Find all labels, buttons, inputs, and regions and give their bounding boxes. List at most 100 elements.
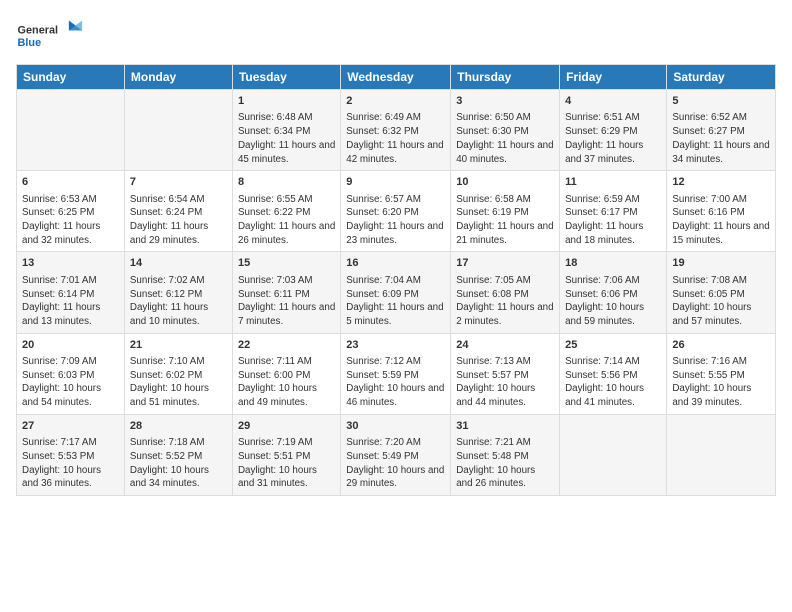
day-number: 16 [346, 256, 445, 271]
day-number: 23 [346, 338, 445, 353]
calendar-cell: 21Sunrise: 7:10 AM Sunset: 6:02 PM Dayli… [124, 333, 232, 414]
week-row-2: 6 Sunrise: 6:53 AM Sunset: 6:25 PM Daylig… [17, 171, 776, 252]
day-number: 5 [672, 94, 770, 109]
col-header-friday: Friday [560, 65, 667, 90]
svg-text:Blue: Blue [18, 37, 42, 49]
calendar-cell: 17 Sunrise: 7:05 AM Sunset: 6:08 PM Dayli… [451, 252, 560, 333]
day-number: 14 [130, 256, 227, 271]
day-number: 1 [238, 94, 335, 109]
day-number: 20 [22, 338, 119, 353]
calendar-cell: 27Sunrise: 7:17 AM Sunset: 5:53 PM Dayli… [17, 414, 125, 495]
calendar-cell [667, 414, 776, 495]
calendar-cell: 1 Sunrise: 6:48 AM Sunset: 6:34 PM Daylig… [232, 90, 340, 171]
day-content: Sunrise: 6:52 AM Sunset: 6:27 PM Dayligh… [672, 111, 770, 166]
calendar-cell: 2 Sunrise: 6:49 AM Sunset: 6:32 PM Daylig… [341, 90, 451, 171]
day-number: 7 [130, 175, 227, 190]
day-content: Sunrise: 7:06 AM Sunset: 6:06 PM Dayligh… [565, 274, 661, 329]
calendar-cell: 19 Sunrise: 7:08 AM Sunset: 6:05 PM Dayli… [667, 252, 776, 333]
calendar-cell: 29Sunrise: 7:19 AM Sunset: 5:51 PM Dayli… [232, 414, 340, 495]
col-header-wednesday: Wednesday [341, 65, 451, 90]
day-number: 27 [22, 419, 119, 434]
day-content: Sunrise: 7:18 AM Sunset: 5:52 PM Dayligh… [130, 436, 227, 491]
calendar-cell: 14 Sunrise: 7:02 AM Sunset: 6:12 PM Dayli… [124, 252, 232, 333]
day-content: Sunrise: 7:19 AM Sunset: 5:51 PM Dayligh… [238, 436, 335, 491]
day-content: Sunrise: 6:51 AM Sunset: 6:29 PM Dayligh… [565, 111, 661, 166]
calendar-cell: 9 Sunrise: 6:57 AM Sunset: 6:20 PM Daylig… [341, 171, 451, 252]
calendar-cell [560, 414, 667, 495]
day-content: Sunrise: 7:14 AM Sunset: 5:56 PM Dayligh… [565, 355, 661, 410]
calendar-cell [124, 90, 232, 171]
week-row-5: 27Sunrise: 7:17 AM Sunset: 5:53 PM Dayli… [17, 414, 776, 495]
day-content: Sunrise: 6:55 AM Sunset: 6:22 PM Dayligh… [238, 193, 335, 248]
calendar-cell: 10 Sunrise: 6:58 AM Sunset: 6:19 PM Dayli… [451, 171, 560, 252]
day-content: Sunrise: 6:50 AM Sunset: 6:30 PM Dayligh… [456, 111, 554, 166]
calendar-cell: 28 Sunrise: 7:18 AM Sunset: 5:52 PM Dayli… [124, 414, 232, 495]
calendar-cell: 24 Sunrise: 7:13 AM Sunset: 5:57 PM Dayli… [451, 333, 560, 414]
day-number: 21 [130, 338, 227, 353]
col-header-tuesday: Tuesday [232, 65, 340, 90]
day-number: 26 [672, 338, 770, 353]
day-number: 17 [456, 256, 554, 271]
day-content: Sunrise: 7:02 AM Sunset: 6:12 PM Dayligh… [130, 274, 227, 329]
calendar-cell: 23Sunrise: 7:12 AM Sunset: 5:59 PM Dayli… [341, 333, 451, 414]
day-content: Sunrise: 7:20 AM Sunset: 5:49 PM Dayligh… [346, 436, 445, 491]
day-content: Sunrise: 6:48 AM Sunset: 6:34 PM Dayligh… [238, 111, 335, 166]
day-content: Sunrise: 6:59 AM Sunset: 6:17 PM Dayligh… [565, 193, 661, 248]
calendar-cell: 16Sunrise: 7:04 AM Sunset: 6:09 PM Dayli… [341, 252, 451, 333]
calendar-table: SundayMondayTuesdayWednesdayThursdayFrid… [16, 64, 776, 496]
header: General Blue [16, 16, 776, 56]
calendar-cell: 26Sunrise: 7:16 AM Sunset: 5:55 PM Dayli… [667, 333, 776, 414]
header-row: SundayMondayTuesdayWednesdayThursdayFrid… [17, 65, 776, 90]
calendar-cell: 30 Sunrise: 7:20 AM Sunset: 5:49 PM Dayli… [341, 414, 451, 495]
calendar-cell: 18Sunrise: 7:06 AM Sunset: 6:06 PM Dayli… [560, 252, 667, 333]
calendar-cell: 4Sunrise: 6:51 AM Sunset: 6:29 PM Daylig… [560, 90, 667, 171]
calendar-cell: 22 Sunrise: 7:11 AM Sunset: 6:00 PM Dayli… [232, 333, 340, 414]
day-content: Sunrise: 7:01 AM Sunset: 6:14 PM Dayligh… [22, 274, 119, 329]
day-number: 24 [456, 338, 554, 353]
svg-text:General: General [18, 25, 59, 37]
week-row-1: 1 Sunrise: 6:48 AM Sunset: 6:34 PM Daylig… [17, 90, 776, 171]
day-number: 12 [672, 175, 770, 190]
day-content: Sunrise: 7:21 AM Sunset: 5:48 PM Dayligh… [456, 436, 554, 491]
calendar-cell: 8 Sunrise: 6:55 AM Sunset: 6:22 PM Daylig… [232, 171, 340, 252]
day-content: Sunrise: 7:05 AM Sunset: 6:08 PM Dayligh… [456, 274, 554, 329]
calendar-cell: 20 Sunrise: 7:09 AM Sunset: 6:03 PM Dayli… [17, 333, 125, 414]
day-content: Sunrise: 7:03 AM Sunset: 6:11 PM Dayligh… [238, 274, 335, 329]
day-content: Sunrise: 6:58 AM Sunset: 6:19 PM Dayligh… [456, 193, 554, 248]
col-header-monday: Monday [124, 65, 232, 90]
day-number: 6 [22, 175, 119, 190]
calendar-cell [17, 90, 125, 171]
day-content: Sunrise: 7:08 AM Sunset: 6:05 PM Dayligh… [672, 274, 770, 329]
col-header-sunday: Sunday [17, 65, 125, 90]
day-content: Sunrise: 6:53 AM Sunset: 6:25 PM Dayligh… [22, 193, 119, 248]
day-number: 19 [672, 256, 770, 271]
day-content: Sunrise: 6:54 AM Sunset: 6:24 PM Dayligh… [130, 193, 227, 248]
calendar-cell: 3Sunrise: 6:50 AM Sunset: 6:30 PM Daylig… [451, 90, 560, 171]
day-number: 25 [565, 338, 661, 353]
day-number: 31 [456, 419, 554, 434]
calendar-cell: 25 Sunrise: 7:14 AM Sunset: 5:56 PM Dayli… [560, 333, 667, 414]
day-number: 11 [565, 175, 661, 190]
calendar-cell: 13Sunrise: 7:01 AM Sunset: 6:14 PM Dayli… [17, 252, 125, 333]
day-content: Sunrise: 7:09 AM Sunset: 6:03 PM Dayligh… [22, 355, 119, 410]
day-content: Sunrise: 6:49 AM Sunset: 6:32 PM Dayligh… [346, 111, 445, 166]
day-content: Sunrise: 6:57 AM Sunset: 6:20 PM Dayligh… [346, 193, 445, 248]
page-container: General Blue SundayMondayTuesdayWednesda… [0, 0, 792, 506]
week-row-3: 13Sunrise: 7:01 AM Sunset: 6:14 PM Dayli… [17, 252, 776, 333]
day-number: 2 [346, 94, 445, 109]
logo: General Blue [16, 16, 86, 56]
day-number: 30 [346, 419, 445, 434]
day-number: 22 [238, 338, 335, 353]
calendar-cell: 12Sunrise: 7:00 AM Sunset: 6:16 PM Dayli… [667, 171, 776, 252]
logo-svg: General Blue [16, 16, 86, 56]
day-number: 28 [130, 419, 227, 434]
calendar-cell: 7 Sunrise: 6:54 AM Sunset: 6:24 PM Daylig… [124, 171, 232, 252]
day-content: Sunrise: 7:13 AM Sunset: 5:57 PM Dayligh… [456, 355, 554, 410]
calendar-cell: 11 Sunrise: 6:59 AM Sunset: 6:17 PM Dayli… [560, 171, 667, 252]
calendar-cell: 6 Sunrise: 6:53 AM Sunset: 6:25 PM Daylig… [17, 171, 125, 252]
day-number: 8 [238, 175, 335, 190]
calendar-cell: 31 Sunrise: 7:21 AM Sunset: 5:48 PM Dayli… [451, 414, 560, 495]
day-number: 9 [346, 175, 445, 190]
day-content: Sunrise: 7:11 AM Sunset: 6:00 PM Dayligh… [238, 355, 335, 410]
day-number: 10 [456, 175, 554, 190]
